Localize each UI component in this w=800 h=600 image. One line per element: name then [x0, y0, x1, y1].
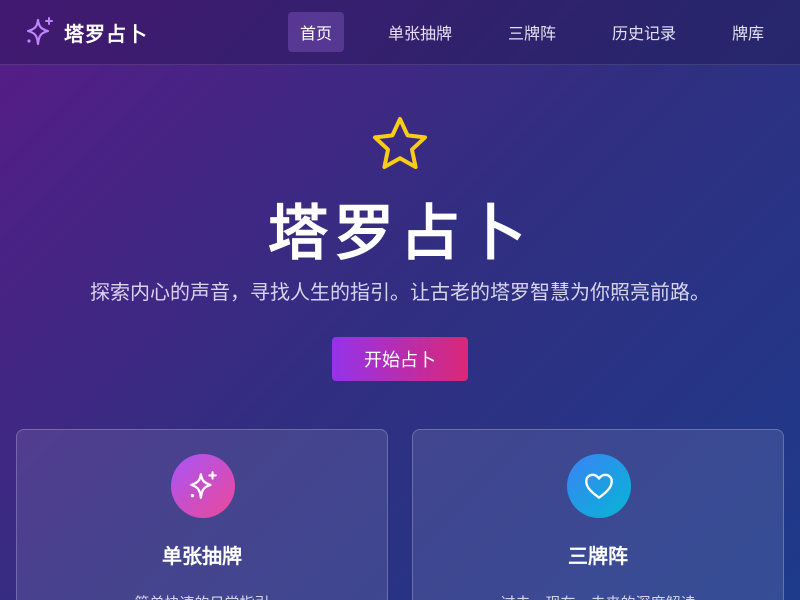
feature-card-three-card-spread[interactable]: 三牌阵 过去、现在、未来的深度解读: [412, 429, 784, 600]
sparkles-icon: [26, 17, 53, 46]
brand-logo[interactable]: 塔罗占卜: [24, 16, 148, 48]
hero-title: 塔罗占卜: [268, 199, 532, 269]
hero-subtitle: 探索内心的声音，寻找人生的指引。让古老的塔罗智慧为你照亮前路。: [90, 280, 710, 304]
sparkles-icon: [190, 471, 217, 499]
start-reading-button[interactable]: 开始占卜: [332, 337, 468, 381]
nav-three-card-spread[interactable]: 三牌阵: [496, 12, 568, 52]
top-navbar: 塔罗占卜 首页 单张抽牌 三牌阵 历史记录 牌库: [0, 0, 800, 65]
feature-card-single-draw[interactable]: 单张抽牌 简单快速的日常指引: [16, 429, 388, 600]
nav-single-draw[interactable]: 单张抽牌: [376, 12, 464, 52]
star-icon: [373, 117, 427, 169]
card-title: 单张抽牌: [162, 544, 242, 568]
nav-history[interactable]: 历史记录: [600, 12, 688, 52]
card-title: 三牌阵: [568, 544, 628, 568]
card-icon-badge: [171, 454, 235, 518]
card-icon-badge: [567, 454, 631, 518]
nav-card-library[interactable]: 牌库: [720, 12, 776, 52]
brand-name: 塔罗占卜: [64, 21, 148, 46]
card-description: 简单快速的日常指引: [17, 592, 387, 600]
nav-home[interactable]: 首页: [288, 12, 344, 52]
heart-icon: [585, 473, 613, 499]
card-description: 过去、现在、未来的深度解读: [413, 592, 783, 600]
